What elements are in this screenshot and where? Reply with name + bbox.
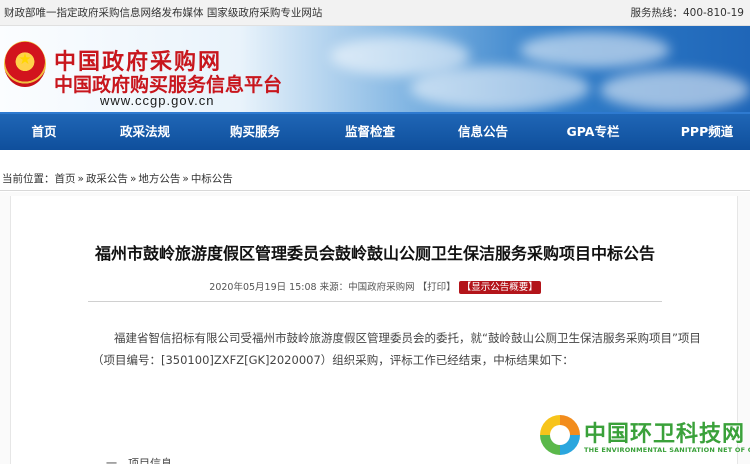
section-heading: 一、项目信息 — [106, 457, 172, 464]
breadcrumb-award-notices[interactable]: 中标公告 — [191, 173, 233, 185]
breadcrumb-prefix: 当前位置： — [2, 173, 55, 185]
article-meta: 2020年05月19日 15:08 来源：中国政府采购网 【打印】 【显示公告概… — [0, 279, 750, 294]
nav-gpa-column[interactable]: GPA专栏 — [558, 114, 628, 150]
watermark-title: 中国环卫科技网 — [584, 422, 746, 447]
site-tagline: 财政部唯一指定政府采购信息网络发布媒体 国家级政府采购专业网站 — [4, 7, 323, 19]
article-paragraph: 福建省智信招标有限公司受福州市鼓岭旅游度假区管理委员会的委托，就“鼓岭鼓山公厕卫… — [92, 331, 701, 367]
main-nav: 首页 政采法规 购买服务 监督检查 信息公告 GPA专栏 PPP频道 — [0, 112, 750, 150]
nav-ppp-channel[interactable]: PPP频道 — [672, 114, 742, 150]
divider — [88, 301, 662, 302]
breadcrumb: 当前位置：首页» 政采公告» 地方公告» 中标公告 — [2, 171, 233, 186]
breadcrumb-local-notices[interactable]: 地方公告 — [138, 173, 180, 185]
show-summary-button[interactable]: 【显示公告概要】 — [458, 281, 541, 294]
breadcrumb-separator: » — [182, 173, 189, 185]
nav-procurement-laws[interactable]: 政采法规 — [110, 114, 180, 150]
site-url: www.ccgp.gov.cn — [100, 93, 215, 108]
watermark-subtitle: THE ENVIRONMENTAL SANITATION NET OF CHIN… — [584, 446, 750, 454]
nav-purchase-services[interactable]: 购买服务 — [220, 114, 290, 150]
nav-supervision[interactable]: 监督检查 — [335, 114, 405, 150]
service-hotline: 服务热线：400-810-19 — [630, 7, 744, 19]
nav-home[interactable]: 首页 — [22, 114, 66, 150]
breadcrumb-separator: » — [129, 173, 137, 185]
breadcrumb-separator: » — [77, 173, 84, 185]
breadcrumb-procurement-notices[interactable]: 政采公告 — [86, 173, 128, 185]
source-label: 来源： — [319, 282, 349, 293]
breadcrumb-home[interactable]: 首页 — [55, 173, 76, 185]
article-body: 福建省智信招标有限公司受福州市鼓岭旅游度假区管理委员会的委托，就“鼓岭鼓山公厕卫… — [92, 327, 702, 371]
divider — [0, 190, 750, 191]
watermark: 中国环卫科技网 THE ENVIRONMENTAL SANITATION NET… — [540, 414, 750, 464]
top-utility-bar: 财政部唯一指定政府采购信息网络发布媒体 国家级政府采购专业网站 服务热线：400… — [0, 0, 750, 26]
article-title: 福州市鼓岭旅游度假区管理委员会鼓岭鼓山公厕卫生保洁服务采购项目中标公告 — [94, 244, 655, 263]
print-link[interactable]: 【打印】 — [418, 282, 456, 293]
publish-date: 2020年05月19日 15:08 — [209, 282, 317, 293]
source-name: 中国政府采购网 — [348, 282, 415, 293]
nav-announcements[interactable]: 信息公告 — [448, 114, 518, 150]
national-emblem-icon: ★ — [4, 41, 46, 87]
site-banner: ★ 中国政府采购网 中国政府购买服务信息平台 www.ccgp.gov.cn — [0, 26, 750, 112]
sanitation-logo-icon — [540, 415, 580, 455]
